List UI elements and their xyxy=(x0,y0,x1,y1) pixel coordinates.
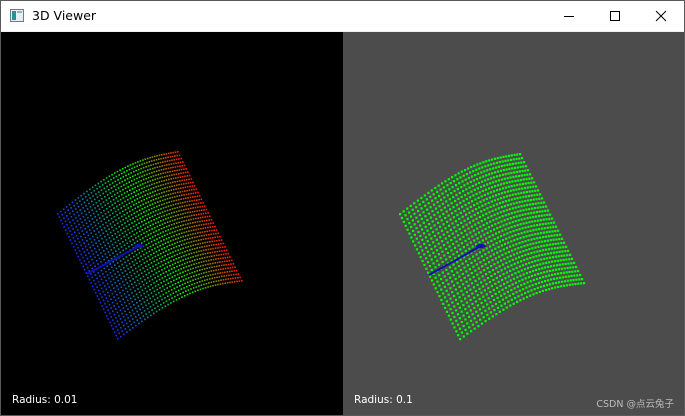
minimize-icon xyxy=(564,16,574,17)
cloud-points xyxy=(57,151,243,340)
cloud-points xyxy=(399,153,586,341)
viewport-right[interactable]: Radius: 0.1 CSDN @点云兔子 xyxy=(343,32,684,415)
point-cloud-gradient[interactable] xyxy=(1,32,343,415)
point-cloud-green[interactable] xyxy=(343,32,684,415)
maximize-icon xyxy=(610,11,620,21)
radius-label-right: Radius: 0.1 xyxy=(354,394,413,406)
close-icon xyxy=(655,10,667,22)
maximize-button[interactable] xyxy=(592,1,638,31)
cloud-center-marker xyxy=(476,244,486,248)
window-title: 3D Viewer xyxy=(32,8,97,23)
cloud-axis-marker xyxy=(86,245,140,275)
minimize-button[interactable] xyxy=(546,1,592,31)
title-bar[interactable]: 3D Viewer xyxy=(1,1,684,31)
cloud-center-marker xyxy=(134,244,144,248)
close-button[interactable] xyxy=(638,1,684,31)
watermark: CSDN @点云兔子 xyxy=(596,399,674,410)
viewer-window: 3D Viewer Radius: 0.01 Radius: 0.1 CSDN … xyxy=(0,0,685,416)
viewport-left[interactable]: Radius: 0.01 xyxy=(1,32,343,415)
radius-label-left: Radius: 0.01 xyxy=(12,394,78,406)
app-icon xyxy=(10,9,24,22)
